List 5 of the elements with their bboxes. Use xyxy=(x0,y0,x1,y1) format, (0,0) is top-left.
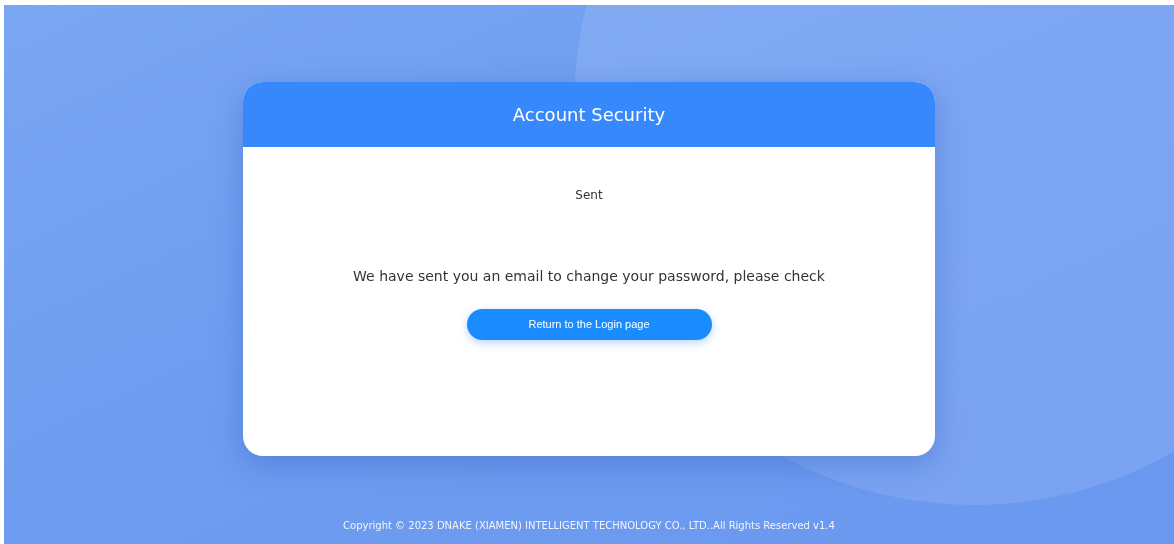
status-text: Sent xyxy=(575,187,603,204)
return-to-login-button[interactable]: Return to the Login page xyxy=(466,309,712,340)
message-text: We have sent you an email to change your password, please check xyxy=(353,267,825,286)
copyright-text: Copyright © 2023 DNAKE (XIAMEN) INTELLIGENT TECHNOLOGY CO., LTD..All Rights Reserved v1.4 xyxy=(343,519,835,533)
card-title: Account Security xyxy=(512,103,666,127)
